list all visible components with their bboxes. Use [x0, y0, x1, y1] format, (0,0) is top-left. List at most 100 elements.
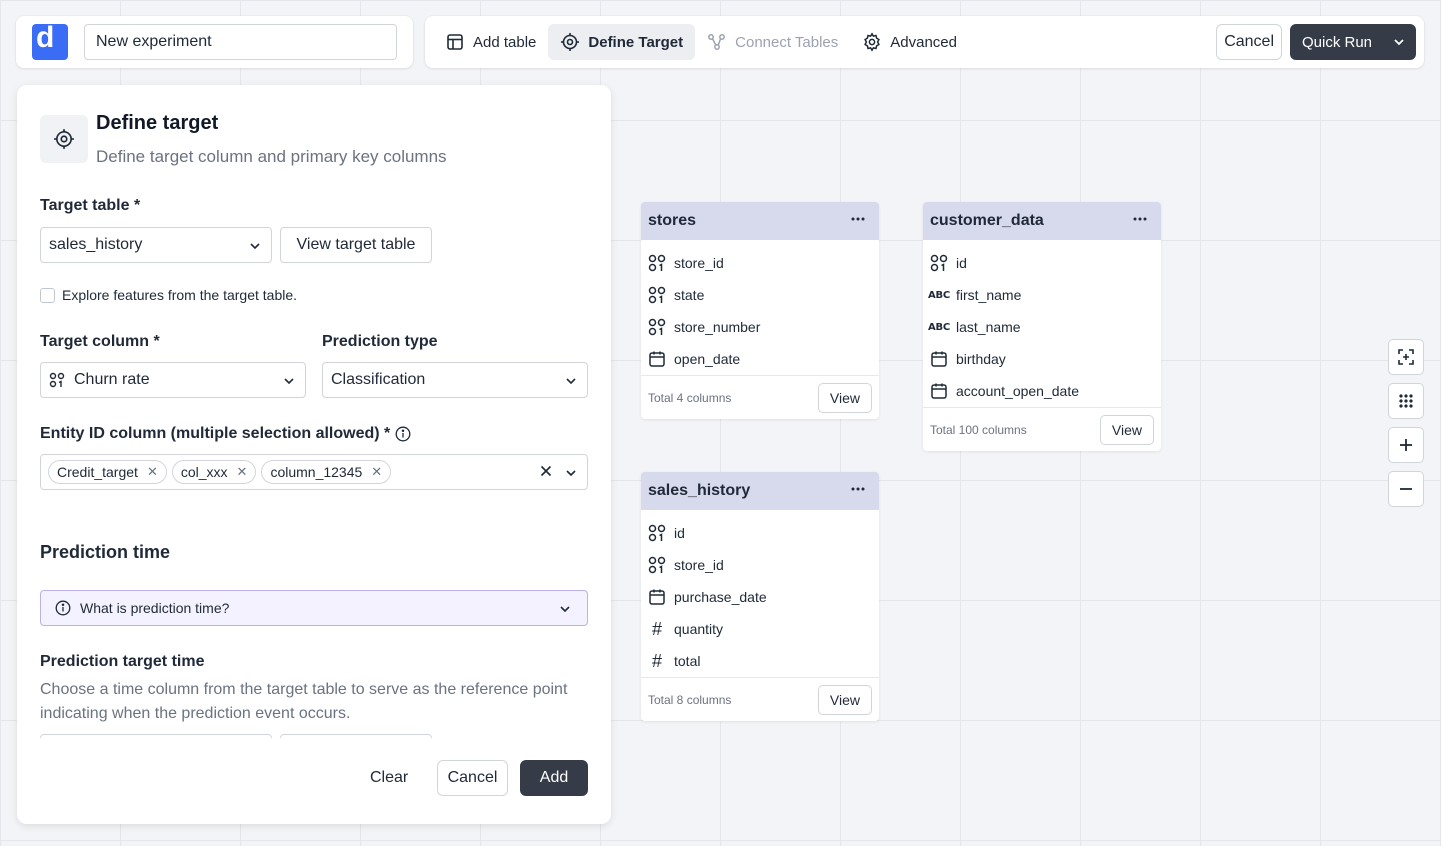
explore-features-label: Explore features from the target table.: [62, 287, 298, 303]
grid-dots-icon: [1398, 393, 1414, 409]
number-type-badge: #: [651, 650, 662, 671]
column-name: id: [956, 255, 967, 271]
column-row[interactable]: store_number: [641, 311, 879, 343]
advanced-button[interactable]: Advanced: [850, 24, 969, 60]
table-card-stores[interactable]: stores store_id state store_number open_dat…: [641, 202, 879, 419]
view-target-table-button[interactable]: View target table: [280, 227, 432, 263]
target-table-select[interactable]: sales_history: [40, 227, 272, 263]
view-table-button[interactable]: View: [817, 684, 872, 715]
id-type-icon: [648, 318, 666, 336]
column-row[interactable]: store_id: [641, 549, 879, 581]
panel-title: Define target: [96, 112, 219, 134]
remove-chip-icon[interactable]: ✕: [147, 464, 158, 480]
define-target-button[interactable]: Define Target: [548, 24, 696, 60]
chevron-down-icon[interactable]: [565, 467, 577, 479]
target-icon: [40, 115, 88, 163]
add-table-label: Add table: [473, 33, 537, 51]
view-table-button[interactable]: View: [1099, 414, 1154, 445]
table-column-list: store_id state store_number open_date: [641, 240, 879, 375]
explore-features-checkbox[interactable]: [40, 287, 55, 303]
column-count: Total 4 columns: [648, 390, 732, 405]
column-name: first_name: [956, 287, 1022, 303]
panel-footer: Clear Cancel Add: [17, 738, 611, 824]
target-column-label: Target column *: [40, 333, 160, 350]
fit-view-button[interactable]: [1388, 339, 1424, 375]
table-name: sales_history: [648, 482, 751, 499]
entity-id-label-row: Entity ID column (multiple selection all…: [40, 425, 411, 443]
grid-toggle-button[interactable]: [1388, 383, 1424, 419]
column-name: store_id: [674, 557, 724, 573]
remove-chip-icon[interactable]: ✕: [237, 464, 248, 480]
chevron-down-icon: [249, 240, 261, 252]
target-column-select[interactable]: Churn rate: [40, 362, 306, 398]
more-options-icon[interactable]: [851, 217, 865, 221]
table-card-header[interactable]: stores: [641, 202, 879, 240]
column-row[interactable]: open_date: [641, 343, 879, 375]
column-row[interactable]: purchase_date: [641, 581, 879, 613]
column-name: purchase_date: [674, 589, 767, 605]
zoom-in-button[interactable]: [1388, 427, 1424, 463]
column-row[interactable]: # total: [641, 645, 879, 677]
app-logo[interactable]: d: [32, 21, 68, 60]
table-card-customer-data[interactable]: customer_data id ABC first_name ABC last_nam…: [923, 202, 1161, 451]
table-column-list: id ABC first_name ABC last_name birthday accou…: [923, 240, 1161, 407]
column-row[interactable]: ABC first_name: [923, 279, 1161, 311]
entity-id-label: Entity ID column (multiple selection all…: [40, 425, 391, 442]
clear-selection-icon[interactable]: [539, 464, 553, 478]
column-row[interactable]: store_id: [641, 247, 879, 279]
zoom-out-button[interactable]: [1388, 471, 1424, 507]
column-name: id: [674, 525, 685, 541]
logo-letter: d: [36, 21, 55, 54]
prediction-type-value: Classification: [331, 371, 426, 388]
define-target-label: Define Target: [588, 33, 684, 51]
cancel-button[interactable]: Cancel: [437, 760, 508, 796]
chevron-down-icon[interactable]: [1392, 35, 1406, 49]
prediction-type-select[interactable]: Classification: [322, 362, 588, 398]
column-row[interactable]: # quantity: [641, 613, 879, 645]
column-row[interactable]: state: [641, 279, 879, 311]
calendar-icon: [648, 588, 666, 606]
view-table-button[interactable]: View: [817, 382, 872, 413]
minus-icon: [1398, 481, 1414, 497]
column-row[interactable]: id: [923, 247, 1161, 279]
fit-view-icon: [1397, 348, 1415, 366]
entity-chip-label: Credit_target: [57, 464, 138, 480]
more-options-icon[interactable]: [851, 487, 865, 491]
plus-icon: [1398, 437, 1414, 453]
prediction-type-label: Prediction type: [322, 333, 438, 350]
column-name: last_name: [956, 319, 1021, 335]
connect-tables-button[interactable]: Connect Tables: [695, 24, 850, 60]
column-name: account_open_date: [956, 383, 1079, 399]
id-type-icon: [930, 254, 948, 272]
column-row[interactable]: account_open_date: [923, 375, 1161, 407]
text-type-icon: ABC: [928, 286, 950, 304]
calendar-icon: [930, 382, 948, 400]
column-row[interactable]: id: [641, 517, 879, 549]
prediction-time-heading: Prediction time: [40, 542, 171, 562]
toolbar-cancel-button[interactable]: Cancel: [1216, 24, 1282, 60]
table-card-header[interactable]: customer_data: [923, 202, 1161, 240]
more-options-icon[interactable]: [1133, 217, 1147, 221]
connect-tables-label: Connect Tables: [735, 33, 839, 51]
calendar-icon: [930, 350, 948, 368]
column-row[interactable]: birthday: [923, 343, 1161, 375]
id-type-icon: [648, 254, 666, 272]
info-icon[interactable]: [395, 426, 411, 442]
clear-button[interactable]: Clear: [360, 760, 418, 796]
entity-id-multiselect[interactable]: Credit_target ✕ col_xxx ✕ column_12345 ✕: [40, 454, 588, 490]
remove-chip-icon[interactable]: ✕: [371, 464, 382, 480]
table-card-footer: Total 8 columns View: [641, 677, 879, 721]
experiment-name-input[interactable]: [84, 24, 397, 60]
prediction-time-info-accordion[interactable]: What is prediction time?: [40, 590, 588, 626]
table-card-header[interactable]: sales_history: [641, 472, 879, 510]
column-row[interactable]: ABC last_name: [923, 311, 1161, 343]
quick-run-label: Quick Run: [1302, 33, 1373, 51]
toolbar: Add table Define Target Connect Tables A…: [425, 16, 1424, 68]
panel-subtitle: Define target column and primary key col…: [96, 147, 447, 166]
add-table-button[interactable]: Add table: [433, 24, 548, 60]
define-target-panel: Define target Define target column and p…: [17, 85, 611, 824]
add-button[interactable]: Add: [520, 760, 588, 796]
quick-run-button[interactable]: Quick Run: [1290, 24, 1416, 60]
table-card-footer: Total 100 columns View: [923, 407, 1161, 451]
table-card-sales-history[interactable]: sales_history id store_id purchase_date # qu…: [641, 472, 879, 721]
